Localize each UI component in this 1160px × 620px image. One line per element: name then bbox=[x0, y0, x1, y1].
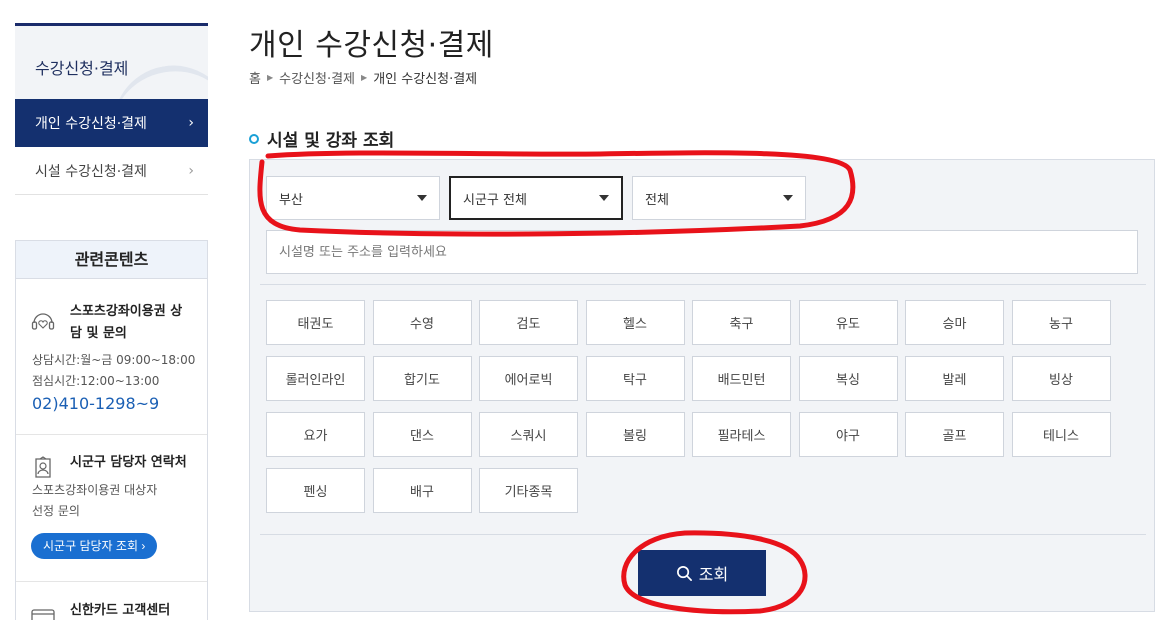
sport-button[interactable]: 요가 bbox=[266, 412, 365, 457]
search-icon bbox=[676, 565, 692, 581]
breadcrumb-separator-icon: ▶ bbox=[266, 73, 274, 82]
sport-button[interactable]: 수영 bbox=[372, 300, 472, 345]
breadcrumb-current: 개인 수강신청·결제 bbox=[373, 72, 478, 87]
province-select[interactable]: 부산 bbox=[266, 176, 440, 220]
category-select-value: 전체 bbox=[645, 192, 669, 208]
sidebar-item-facility[interactable]: 시설 수강신청·결제 › bbox=[15, 147, 208, 195]
headset-icon bbox=[31, 313, 55, 330]
breadcrumb-home[interactable]: 홈 bbox=[249, 68, 261, 87]
sport-button[interactable]: 발레 bbox=[905, 356, 1004, 401]
chevron-right-icon: › bbox=[188, 162, 194, 179]
sport-button[interactable]: 합기도 bbox=[372, 356, 472, 401]
sport-button[interactable]: 에어로빅 bbox=[479, 356, 578, 401]
sport-button[interactable]: 탁구 bbox=[585, 356, 685, 401]
caret-down-icon bbox=[783, 195, 793, 201]
breadcrumb-item[interactable]: 수강신청·결제 bbox=[279, 68, 355, 87]
search-button-label: 조회 bbox=[698, 567, 729, 584]
search-panel: 부산 시군구 전체 전체 태권도수영검도헬스축구유도승마농구롤러인라인합기도에어… bbox=[249, 159, 1155, 612]
province-select-value: 부산 bbox=[279, 192, 303, 208]
chevron-right-icon: › bbox=[188, 115, 194, 131]
sidebar-title: 수강신청·결제 bbox=[35, 59, 129, 78]
search-button[interactable]: 조회 bbox=[638, 550, 766, 596]
consult-phone[interactable]: 02)410-1298~9 bbox=[32, 394, 159, 413]
caret-down-icon bbox=[599, 195, 609, 201]
region-selects: 부산 시군구 전체 전체 bbox=[266, 176, 806, 220]
sports-button-grid: 태권도 수영 검도 헬스 축구 유도 승마 농구롤러인라인 합기도 에어로빅 탁구 배드민턴 복싱 발레 빙… bbox=[266, 300, 1126, 513]
district-contact-block: 시군구 담당자 연락처 스포츠강좌이용권 대상자 선정 문의 시군구 담당자 조… bbox=[16, 435, 207, 582]
page-title: 개인 수강신청·결제 bbox=[249, 28, 494, 63]
sport-button[interactable]: 승마 bbox=[905, 300, 1004, 345]
district-contact-search-button[interactable]: 시군구 담당자 조회 › bbox=[31, 533, 158, 559]
card-center-block: 신한카드 고객센터 bbox=[16, 582, 207, 620]
related-content-box: 관련콘텐츠 스포츠강좌이용권 상담 및 문의 상담시간:월~금 09:00~18… bbox=[15, 240, 208, 620]
district-select-value: 시군구 전체 bbox=[463, 192, 527, 208]
sport-button[interactable]: 유도 bbox=[798, 300, 898, 345]
sport-button[interactable]: 태권도 bbox=[266, 300, 365, 345]
sport-button[interactable]: 복싱 bbox=[798, 356, 898, 401]
sport-button[interactable]: 축구 bbox=[692, 300, 791, 345]
section-title-text: 시설 및 강좌 조회 bbox=[267, 131, 395, 151]
sport-button[interactable]: 검도 bbox=[479, 300, 578, 345]
sport-button[interactable]: 야구 bbox=[798, 412, 898, 457]
sport-button[interactable]: 필라테스 bbox=[692, 412, 791, 457]
breadcrumb: 홈 ▶ 수강신청·결제 ▶ 개인 수강신청·결제 bbox=[249, 68, 477, 87]
sport-button[interactable]: 펜싱 bbox=[266, 468, 365, 513]
sidebar: 수강신청·결제 개인 수강신청·결제 › 시설 수강신청·결제 › bbox=[15, 23, 208, 195]
divider bbox=[260, 534, 1146, 535]
sport-button[interactable]: 롤러인라인 bbox=[266, 356, 365, 401]
person-card-icon bbox=[35, 456, 51, 478]
sidebar-item-label: 개인 수강신청·결제 bbox=[35, 116, 147, 132]
lunch-hours: 점심시간:12:00~13:00 bbox=[32, 374, 160, 388]
district-contact-desc-1: 스포츠강좌이용권 대상자 bbox=[32, 483, 158, 497]
card-center-title: 신한카드 고객센터 bbox=[70, 603, 171, 618]
sport-button[interactable]: 빙상 bbox=[1011, 356, 1111, 401]
sidebar-header: 수강신청·결제 bbox=[15, 23, 208, 99]
consult-block: 스포츠강좌이용권 상담 및 문의 상담시간:월~금 09:00~18:00 점심… bbox=[16, 279, 207, 435]
sport-button[interactable]: 볼링 bbox=[585, 412, 685, 457]
sport-button[interactable]: 스쿼시 bbox=[479, 412, 578, 457]
divider bbox=[260, 284, 1146, 285]
caret-down-icon bbox=[417, 195, 427, 201]
sport-button[interactable]: 배드민턴 bbox=[692, 356, 791, 401]
related-content-heading: 관련콘텐츠 bbox=[16, 241, 207, 279]
sport-button[interactable]: 테니스 bbox=[1011, 412, 1111, 457]
district-contact-title: 시군구 담당자 연락처 bbox=[70, 455, 187, 470]
facility-search-input[interactable] bbox=[266, 230, 1138, 274]
sport-button[interactable]: 기타종목 bbox=[479, 468, 578, 513]
district-contact-desc-2: 선정 문의 bbox=[32, 504, 80, 518]
sport-button[interactable]: 골프 bbox=[905, 412, 1004, 457]
sport-button[interactable]: 농구 bbox=[1011, 300, 1111, 345]
bullet-circle-icon bbox=[249, 133, 259, 144]
sport-button[interactable]: 배구 bbox=[372, 468, 472, 513]
category-select[interactable]: 전체 bbox=[632, 176, 806, 220]
district-select[interactable]: 시군구 전체 bbox=[449, 176, 623, 220]
breadcrumb-separator-icon: ▶ bbox=[361, 73, 368, 82]
sidebar-item-personal[interactable]: 개인 수강신청·결제 › bbox=[15, 99, 208, 147]
sport-button[interactable]: 헬스 bbox=[585, 300, 685, 345]
section-title: 시설 및 강좌 조회 bbox=[249, 126, 394, 151]
card-icon bbox=[31, 609, 55, 620]
sidebar-item-label: 시설 수강신청·결제 bbox=[35, 163, 147, 180]
consult-hours: 상담시간:월~금 09:00~18:00 bbox=[32, 353, 196, 367]
consult-title: 스포츠강좌이용권 상담 및 문의 bbox=[70, 304, 183, 341]
sport-button[interactable]: 댄스 bbox=[372, 412, 472, 457]
